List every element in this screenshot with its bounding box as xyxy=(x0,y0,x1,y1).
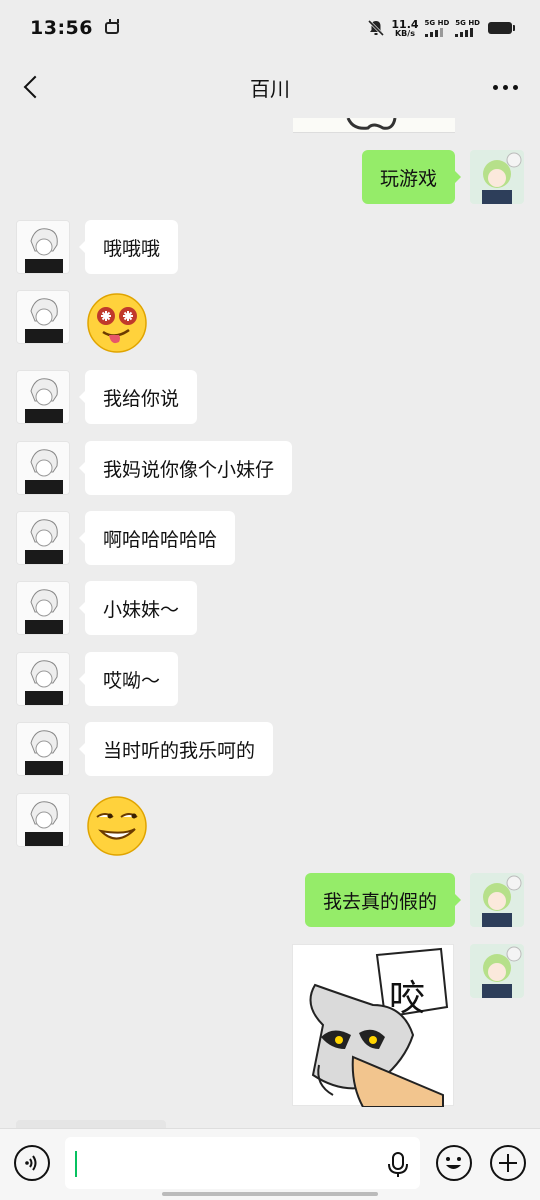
sticker-caption: 咬 xyxy=(388,978,425,1019)
tv-app-icon xyxy=(104,22,119,34)
more-functions-button[interactable] xyxy=(490,1145,526,1181)
contact-avatar[interactable] xyxy=(16,370,70,424)
contact-avatar[interactable] xyxy=(16,793,70,847)
message-bubble-incoming[interactable]: 当时听的我乐呵的 xyxy=(78,722,274,776)
microphone-icon[interactable] xyxy=(386,1151,410,1179)
my-avatar[interactable] xyxy=(470,944,524,998)
text-caret xyxy=(75,1151,77,1177)
network-speed-value: 11.4 xyxy=(391,17,419,31)
my-avatar[interactable] xyxy=(470,150,524,204)
mute-bell-icon xyxy=(368,19,385,37)
contact-avatar[interactable] xyxy=(16,220,70,274)
contact-avatar[interactable] xyxy=(16,441,70,495)
signal-1-bars-icon xyxy=(424,27,443,37)
contact-avatar[interactable] xyxy=(16,722,70,776)
message-bubble-outgoing[interactable]: 玩游戏 xyxy=(361,150,462,204)
network-speed: 11.4 KB/s xyxy=(391,19,418,38)
contact-avatar[interactable] xyxy=(16,290,70,344)
signal-2-label: 5G HD xyxy=(455,18,480,27)
status-indicators: 11.4 KB/s 5G HD 5G HD xyxy=(367,18,515,38)
contact-avatar[interactable] xyxy=(16,581,70,635)
chat-header: 百川 xyxy=(0,56,540,118)
battery-icon xyxy=(488,22,515,34)
next-message-partial xyxy=(16,1120,166,1128)
status-time: 13:56 xyxy=(30,17,93,39)
my-avatar[interactable] xyxy=(470,873,524,927)
message-bubble-incoming[interactable]: 啊哈哈哈哈哈 xyxy=(78,511,236,565)
message-input[interactable] xyxy=(65,1137,420,1189)
signal-1-label: 5G HD xyxy=(424,18,450,27)
emoji-button[interactable] xyxy=(436,1145,472,1181)
network-speed-unit: KB/s xyxy=(394,28,415,38)
voice-wave-icon xyxy=(25,1155,37,1171)
message-bubble-incoming[interactable]: 小妹妹～ xyxy=(78,581,198,635)
tongue-out-star-eyes-emoji[interactable] xyxy=(85,290,149,354)
home-indicator xyxy=(162,1192,378,1196)
signal-2-bars-icon xyxy=(455,27,474,37)
signal-2: 5G HD xyxy=(455,18,480,37)
contact-avatar[interactable] xyxy=(16,511,70,565)
message-bubble-incoming[interactable]: 哎呦～ xyxy=(78,652,179,706)
cat-biting-sticker[interactable]: 咬 xyxy=(292,944,454,1108)
message-bubble-incoming[interactable]: 我给你说 xyxy=(78,370,198,424)
message-bubble-incoming[interactable]: 哦哦哦 xyxy=(78,220,179,274)
status-bar: 13:56 11.4 KB/s 5G HD 5G HD xyxy=(0,0,540,56)
back-button[interactable] xyxy=(14,70,48,104)
contact-avatar[interactable] xyxy=(16,652,70,706)
input-bar xyxy=(0,1128,540,1200)
previous-sticker-partial[interactable] xyxy=(293,118,455,133)
smiley-icon xyxy=(446,1157,461,1169)
chat-title: 百川 xyxy=(250,76,290,101)
smirk-emoji[interactable] xyxy=(85,793,149,857)
signal-1: 5G HD xyxy=(424,18,450,37)
message-bubble-incoming[interactable]: 我妈说你像个小妹仔 xyxy=(78,441,293,495)
chevron-left-icon xyxy=(23,75,47,99)
voice-input-button[interactable] xyxy=(14,1145,50,1181)
message-list[interactable]: 玩游戏 哦哦哦 我给你说 我妈说你像个小妹仔 啊哈哈哈哈哈 小妹妹～ 哎呦～ 当… xyxy=(0,118,540,1128)
message-bubble-outgoing[interactable]: 我去真的假的 xyxy=(304,873,462,927)
more-options-button[interactable] xyxy=(493,76,518,98)
